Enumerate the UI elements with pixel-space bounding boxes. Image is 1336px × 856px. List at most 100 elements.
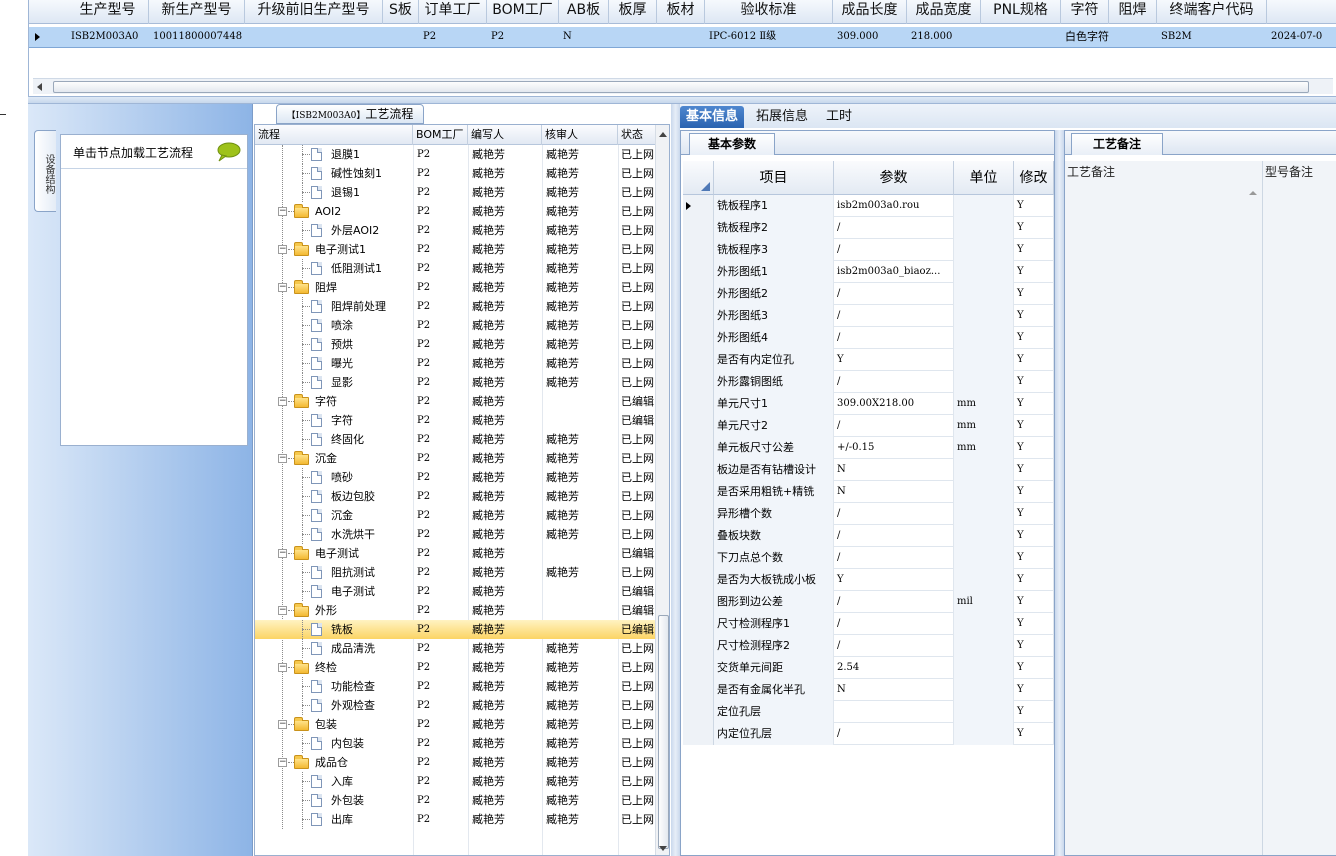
- tree-node-label[interactable]: 包装: [315, 715, 411, 734]
- params-row[interactable]: 单元尺寸1 309.00X218.00 mm Y: [683, 393, 1054, 415]
- param-value[interactable]: /: [834, 283, 954, 305]
- params-row[interactable]: 铣板程序2/ Y: [683, 217, 1054, 239]
- param-value[interactable]: [834, 701, 954, 723]
- tree-node-label[interactable]: 字符: [315, 392, 411, 411]
- tree-row[interactable]: 字符 P2 臧艳芳 已编辑: [255, 411, 655, 430]
- tree-node-label[interactable]: 字符: [331, 411, 413, 430]
- tree-row[interactable]: − 沉金 P2 臧艳芳 臧艳芳 已上网: [255, 449, 655, 468]
- tree-node-label[interactable]: 显影: [331, 373, 413, 392]
- tree-node-label[interactable]: 终固化: [331, 430, 413, 449]
- tree-node-label[interactable]: 板边包胶: [331, 487, 413, 506]
- basic-params-grid[interactable]: 项目 参数 单位 修改 铣板程序1 isb2m003a0.rou Y 铣板程序2/Y 铣板程序3…: [683, 161, 1054, 855]
- top-grid-row[interactable]: ISB2M003A0 10011800007448 P2 P2 N IPC-6012 Ⅱ级…: [29, 27, 1336, 48]
- params-row[interactable]: 下刀点总个数 / Y: [683, 547, 1054, 569]
- param-value[interactable]: Y: [834, 569, 954, 591]
- tree-row[interactable]: 喷涂 P2 臧艳芳 臧艳芳 已上网: [255, 316, 655, 335]
- tree-node-label[interactable]: 电子测试1: [315, 240, 411, 259]
- top-grid-cell[interactable]: ISB2M003A0: [67, 27, 149, 47]
- tree-row[interactable]: 功能检查 P2 臧艳芳 臧艳芳 已上网: [255, 677, 655, 696]
- top-grid-cell[interactable]: [1109, 27, 1157, 47]
- params-row[interactable]: 是否采用粗铣+精铣 N Y: [683, 481, 1054, 503]
- collapse-icon[interactable]: −: [278, 245, 287, 254]
- collapse-icon[interactable]: −: [278, 606, 287, 615]
- top-grid-cell[interactable]: 10011800007448: [149, 27, 245, 47]
- tree-node-label[interactable]: AOI2: [315, 202, 411, 221]
- param-value[interactable]: /: [834, 327, 954, 349]
- collapse-icon[interactable]: −: [278, 283, 287, 292]
- tree-row[interactable]: 外层AOI2 P2 臧艳芳 臧艳芳 已上网: [255, 221, 655, 240]
- tree-node-label[interactable]: 电子测试: [331, 582, 413, 601]
- param-value[interactable]: /: [834, 503, 954, 525]
- tree-node-label[interactable]: 水洗烘干: [331, 525, 413, 544]
- top-grid-cell[interactable]: [245, 27, 383, 47]
- param-value[interactable]: /: [834, 239, 954, 261]
- tab-basic-info[interactable]: 基本信息: [680, 106, 745, 128]
- tree-node-label[interactable]: 阻焊: [315, 278, 411, 297]
- horizontal-splitter[interactable]: [28, 96, 1336, 104]
- params-row[interactable]: 交货单元间距 2.54 Y: [683, 657, 1054, 679]
- params-row[interactable]: 是否为大板铣成小板 Y Y: [683, 569, 1054, 591]
- tree-node-label[interactable]: 碱性蚀刻1: [331, 164, 413, 183]
- tree-node-label[interactable]: 沉金: [331, 506, 413, 525]
- top-grid-column-header[interactable]: 终端客户代码: [1157, 0, 1267, 24]
- top-grid-column-header[interactable]: 阻焊: [1109, 0, 1157, 24]
- tree-row[interactable]: 退膜1 P2 臧艳芳 臧艳芳 已上网: [255, 145, 655, 164]
- tree-row[interactable]: 外包装 P2 臧艳芳 臧艳芳 已上网: [255, 791, 655, 810]
- top-grid-cell[interactable]: 218.000: [907, 27, 981, 47]
- params-row[interactable]: 外形露铜图纸 / Y: [683, 371, 1054, 393]
- tree-row[interactable]: − 字符 P2 臧艳芳 已编辑: [255, 392, 655, 411]
- top-grid-cell[interactable]: SB2M: [1157, 27, 1267, 47]
- tree-column-header[interactable]: 状态: [618, 125, 656, 145]
- top-grid-horizontal-scrollbar[interactable]: [33, 78, 1333, 94]
- top-grid-column-header[interactable]: 板材: [657, 0, 705, 24]
- top-grid-cell[interactable]: P2: [487, 27, 559, 47]
- param-value[interactable]: N: [834, 459, 954, 481]
- tree-row[interactable]: − 外形 P2 臧艳芳 已编辑: [255, 601, 655, 620]
- params-row[interactable]: 板边是否有钻槽设计 N Y: [683, 459, 1054, 481]
- collapse-icon[interactable]: −: [278, 454, 287, 463]
- params-row[interactable]: 图形到边公差 / mil Y: [683, 591, 1054, 613]
- params-row[interactable]: 内定位孔层 / Y: [683, 723, 1054, 745]
- top-grid-column-header[interactable]: 成品宽度: [907, 0, 981, 24]
- tree-row[interactable]: 碱性蚀刻1 P2 臧艳芳 臧艳芳 已上网: [255, 164, 655, 183]
- top-grid-cell[interactable]: IPC-6012 Ⅱ级: [705, 27, 833, 47]
- tree-node-label[interactable]: 曝光: [331, 354, 413, 373]
- top-grid-cell[interactable]: 白色字符: [1061, 27, 1109, 47]
- tree-node-label[interactable]: 成品清洗: [331, 639, 413, 658]
- tree-node-label[interactable]: 电子测试: [315, 544, 411, 563]
- tree-node-label[interactable]: 低阻测试1: [331, 259, 413, 278]
- tree-row[interactable]: − 成品仓 P2 臧艳芳 臧艳芳 已上网: [255, 753, 655, 772]
- tree-row[interactable]: 出库 P2 臧艳芳 臧艳芳 已上网: [255, 810, 655, 829]
- tree-row[interactable]: 阻焊前处理 P2 臧艳芳 臧艳芳 已上网: [255, 297, 655, 316]
- params-row[interactable]: 铣板程序3/ Y: [683, 239, 1054, 261]
- tree-column-header[interactable]: BOM工厂: [413, 125, 468, 145]
- params-row[interactable]: 单元尺寸2/mm Y: [683, 415, 1054, 437]
- middle-splitter[interactable]: [671, 104, 680, 856]
- tree-row[interactable]: 曝光 P2 臧艳芳 臧艳芳 已上网: [255, 354, 655, 373]
- params-column-header[interactable]: 参数: [834, 161, 954, 195]
- tree-row[interactable]: − 电子测试1 P2 臧艳芳 臧艳芳 已上网: [255, 240, 655, 259]
- top-grid-column-header[interactable]: 板厚: [609, 0, 657, 24]
- param-value[interactable]: /: [834, 525, 954, 547]
- top-grid-column-header[interactable]: 新生产型号: [149, 0, 245, 24]
- tree-row[interactable]: 板边包胶 P2 臧艳芳 臧艳芳 已上网: [255, 487, 655, 506]
- params-row[interactable]: 尺寸检测程序1/ Y: [683, 613, 1054, 635]
- top-grid-column-header[interactable]: 验收标准: [705, 0, 833, 24]
- top-grid-cell[interactable]: 309.000: [833, 27, 907, 47]
- top-grid-column-header[interactable]: AB板: [559, 0, 609, 24]
- param-value[interactable]: /: [834, 613, 954, 635]
- tree-row[interactable]: 电子测试 P2 臧艳芳 已编辑: [255, 582, 655, 601]
- top-grid-cell[interactable]: [981, 27, 1061, 47]
- tree-row[interactable]: − AOI2 P2 臧艳芳 臧艳芳 已上网: [255, 202, 655, 221]
- tree-row[interactable]: − 阻焊 P2 臧艳芳 臧艳芳 已上网: [255, 278, 655, 297]
- tab-work-hours[interactable]: 工时: [820, 106, 858, 128]
- scroll-left-icon[interactable]: [37, 83, 42, 91]
- param-value[interactable]: /: [834, 547, 954, 569]
- tree-node-label[interactable]: 外形: [315, 601, 411, 620]
- tree-node-label[interactable]: 终检: [315, 658, 411, 677]
- tree-row[interactable]: − 终检 P2 臧艳芳 臧艳芳 已上网: [255, 658, 655, 677]
- top-grid-cell[interactable]: N: [559, 27, 609, 47]
- tree-node-label[interactable]: 阻焊前处理: [331, 297, 413, 316]
- tree-row[interactable]: − 包装 P2 臧艳芳 臧艳芳 已上网: [255, 715, 655, 734]
- flow-loader-header[interactable]: 单击节点加载工艺流程: [61, 135, 247, 169]
